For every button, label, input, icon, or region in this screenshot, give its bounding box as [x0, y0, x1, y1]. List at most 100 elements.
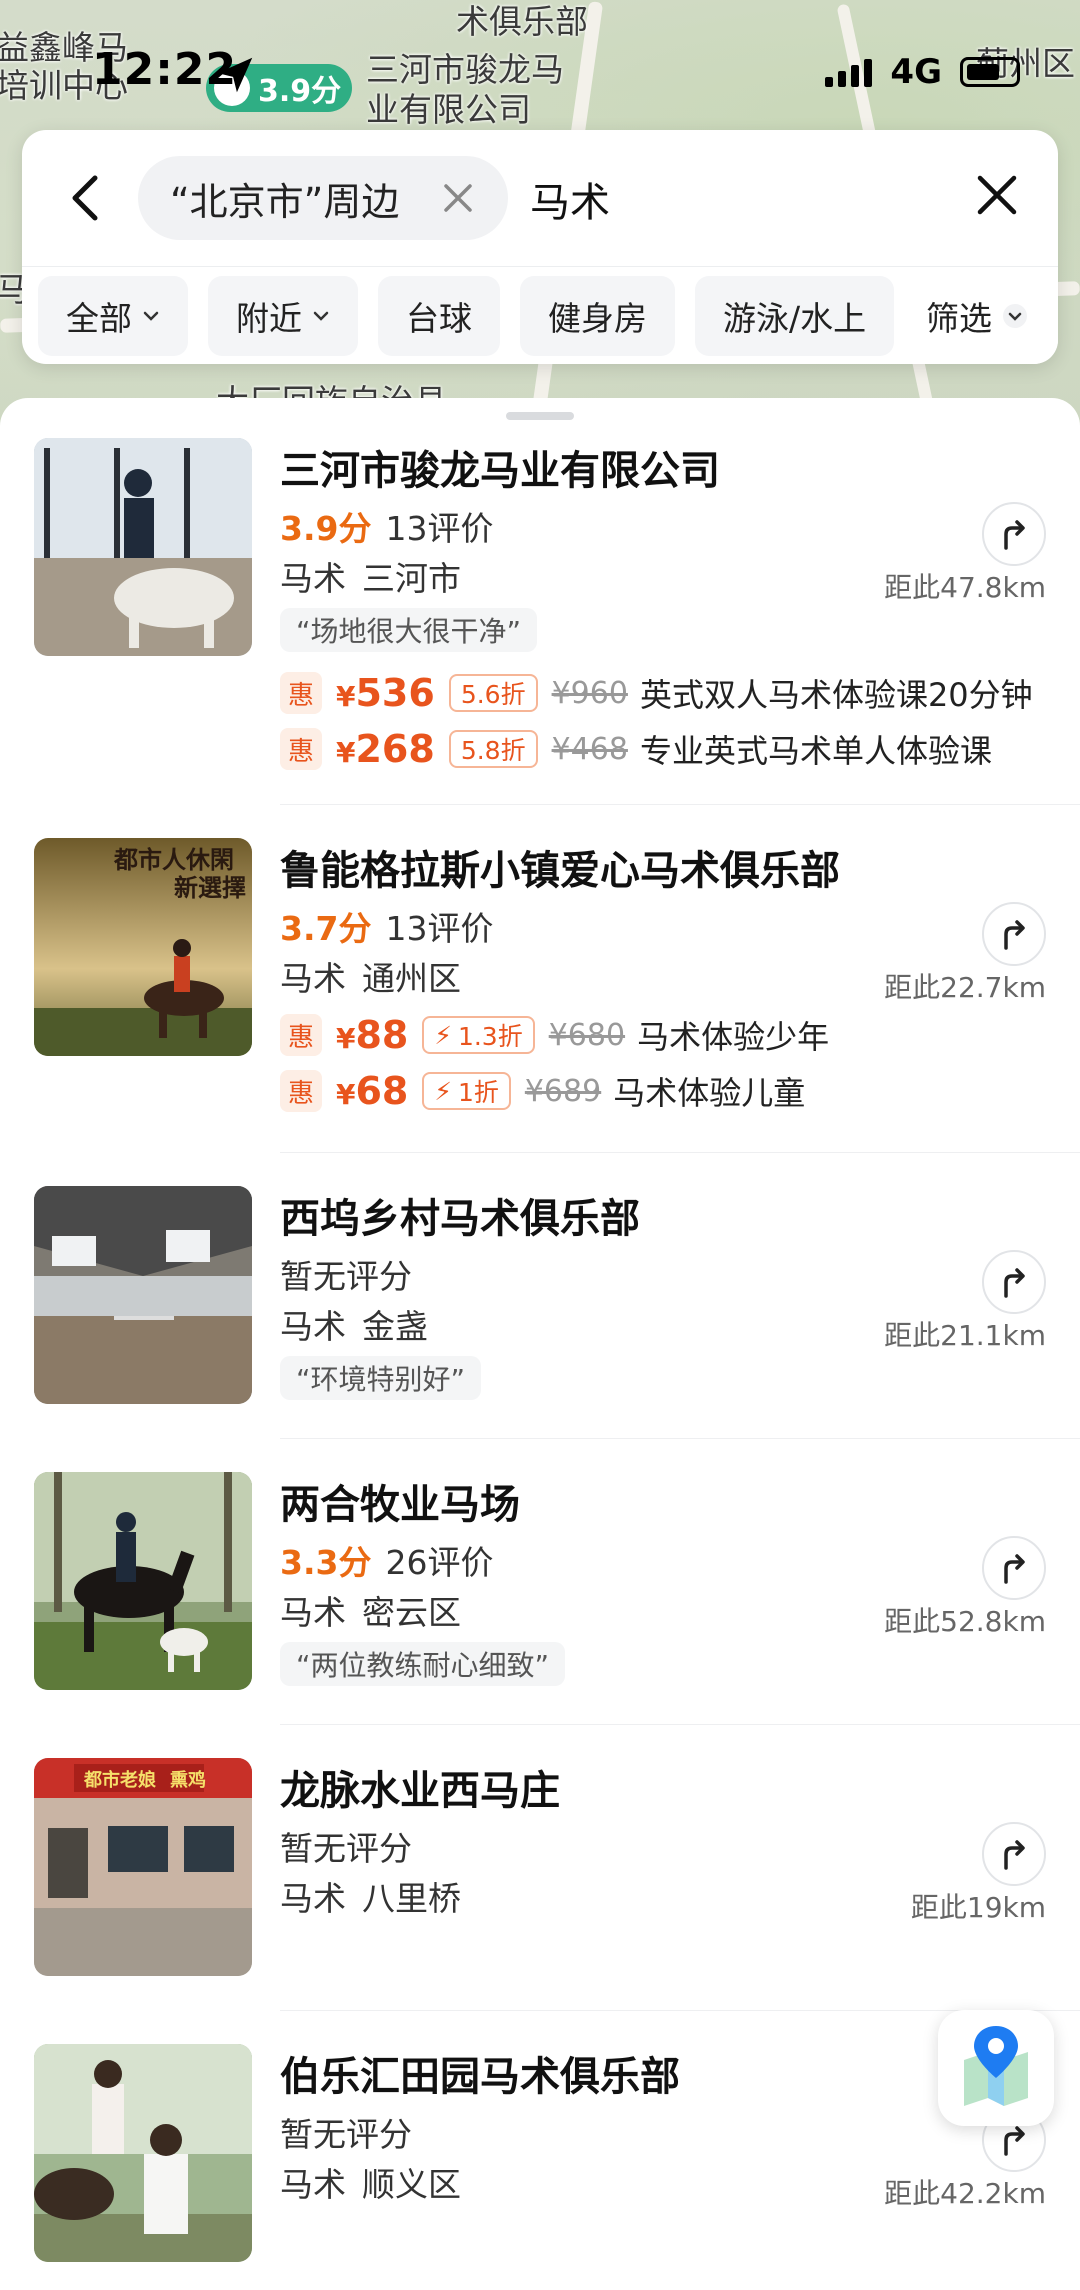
result-quote-tag: “两位教练耐心细致”: [280, 1642, 566, 1686]
result-item[interactable]: 西坞乡村马术俱乐部 暂无评分 马术 金盏 “环境特别好” 距此21.1km: [0, 1154, 1080, 1440]
filter-label: 台球: [406, 299, 472, 338]
filter-swimming[interactable]: 游泳/水上: [695, 276, 895, 356]
close-icon[interactable]: [442, 182, 474, 214]
result-distance: 距此22.7km: [884, 971, 1046, 1004]
result-meta: 马术 三河市: [280, 552, 461, 600]
result-distance: 距此42.2km: [884, 2177, 1046, 2210]
result-reviews[interactable]: 26评价: [385, 1543, 493, 1582]
deal-discount: ⚡ 1.3折: [422, 1016, 535, 1054]
map-poi-rating: 3.9分: [258, 74, 342, 109]
result-title[interactable]: 三河市骏龙马业有限公司: [280, 438, 720, 496]
map-label: 三河市骏龙马: [366, 50, 564, 89]
result-rating: 3.3分 26评价: [280, 1536, 493, 1584]
location-arrow-icon: [217, 57, 253, 93]
result-meta: 马术 通州区: [280, 952, 461, 1000]
result-photo: 都市老娘 熏鸡: [34, 1758, 252, 1976]
result-category: 马术: [280, 2165, 346, 2204]
region-chip-label: “北京市”周边: [170, 179, 400, 224]
result-distance: 距此21.1km: [884, 1319, 1046, 1352]
result-item[interactable]: 两合牧业马场 3.3分 26评价 马术 密云区 “两位教练耐心细致” 距此52.8k…: [0, 1440, 1080, 1726]
result-thumbnail[interactable]: [34, 438, 252, 656]
filter-all[interactable]: 全部: [38, 276, 188, 356]
deal-price: ¥68: [336, 1069, 409, 1113]
result-distance: 距此19km: [910, 1891, 1046, 1924]
route-button[interactable]: [982, 502, 1046, 566]
filter-nearby[interactable]: 附近: [208, 276, 358, 356]
result-photo: 都市人休閑 新選擇: [34, 838, 252, 1056]
result-meta: 马术 顺义区: [280, 2158, 461, 2206]
result-rating: 暂无评分: [280, 1822, 412, 1870]
result-title[interactable]: 伯乐汇田园马术俱乐部: [280, 2044, 680, 2102]
result-area: 金盏: [362, 1307, 428, 1346]
divider: [22, 266, 1058, 267]
results-sheet: 三河市骏龙马业有限公司 3.9分 13评价 马术 三河市 “场地很大很干净” 距此4…: [0, 398, 1080, 2290]
search-card: “北京市”周边 马术 全部 附近 台球 健身房 游泳/水上 筛选: [22, 130, 1058, 364]
result-area: 三河市: [362, 559, 461, 598]
deal-price: ¥88: [336, 1013, 409, 1057]
divider: [280, 804, 1080, 805]
result-item[interactable]: 伯乐汇田园马术俱乐部 暂无评分 马术 顺义区 距此42.2km: [0, 2012, 1080, 2290]
result-item[interactable]: 都市老娘 熏鸡 龙脉水业西马庄 暂无评分 马术 八里桥 距此19km: [0, 1726, 1080, 2012]
result-quote-tag: “环境特别好”: [280, 1356, 482, 1400]
result-area: 通州区: [362, 959, 461, 998]
deal-price: ¥536: [336, 671, 435, 715]
result-item[interactable]: 都市人休閑 新選擇 鲁能格拉斯小镇爱心马术俱乐部 3.7分 13评价 马术 通州区 …: [0, 806, 1080, 1154]
result-reviews[interactable]: 13评价: [385, 509, 493, 548]
result-meta: 马术 金盏: [280, 1300, 428, 1348]
result-photo: [34, 1186, 252, 1404]
result-reviews[interactable]: 13评价: [385, 909, 493, 948]
result-thumbnail[interactable]: [34, 2044, 252, 2262]
result-area: 顺义区: [362, 2165, 461, 2204]
route-button[interactable]: [982, 1250, 1046, 1314]
lightning-icon: ⚡: [434, 1076, 452, 1106]
route-button[interactable]: [982, 902, 1046, 966]
svg-text:新選擇: 新選擇: [174, 873, 246, 902]
search-input[interactable]: 马术: [530, 170, 610, 228]
result-item[interactable]: 三河市骏龙马业有限公司 3.9分 13评价 马术 三河市 “场地很大很干净” 距此4…: [0, 398, 1080, 806]
route-turn-icon: [1004, 1268, 1025, 1298]
divider: [280, 1724, 1080, 1725]
filter-label: 健身房: [548, 299, 647, 338]
result-title[interactable]: 鲁能格拉斯小镇爱心马术俱乐部: [280, 838, 840, 896]
result-title[interactable]: 西坞乡村马术俱乐部: [280, 1186, 640, 1244]
deal-row[interactable]: 惠 ¥68 ⚡ 1折 ¥689 马术体验儿童: [280, 1066, 805, 1116]
deal-row[interactable]: 惠 ¥536 5.6折 ¥960 英式双人马术体验课20分钟: [280, 668, 1033, 718]
result-meta: 马术 八里桥: [280, 1872, 461, 1920]
map-view-button[interactable]: [938, 2010, 1054, 2126]
route-button[interactable]: [982, 1822, 1046, 1886]
map-label: 业有限公司: [366, 90, 531, 129]
result-thumbnail[interactable]: 都市人休閑 新選擇: [34, 838, 252, 1056]
result-thumbnail[interactable]: 都市老娘 熏鸡: [34, 1758, 252, 1976]
result-category: 马术: [280, 1879, 346, 1918]
result-thumbnail[interactable]: [34, 1472, 252, 1690]
deal-row[interactable]: 惠 ¥268 5.8折 ¥468 专业英式马术单人体验课: [280, 724, 992, 774]
result-score: 3.9分: [280, 509, 372, 548]
deal-original-price: ¥468: [551, 731, 628, 767]
svg-text:都市老娘: 都市老娘: [83, 1769, 156, 1791]
result-title[interactable]: 龙脉水业西马庄: [280, 1758, 560, 1816]
chevron-down-icon: [143, 311, 159, 321]
region-chip[interactable]: “北京市”周边: [138, 156, 508, 240]
signal-icon: [825, 57, 873, 87]
result-category: 马术: [280, 1593, 346, 1632]
back-button[interactable]: [60, 168, 110, 228]
filter-more-button[interactable]: 筛选: [918, 268, 1058, 364]
divider: [280, 1438, 1080, 1439]
deal-original-price: ¥689: [524, 1073, 602, 1109]
result-no-score: 暂无评分: [280, 2115, 412, 2154]
clear-search-icon[interactable]: [972, 170, 1022, 220]
result-rating: 3.9分 13评价: [280, 502, 493, 550]
filter-gym[interactable]: 健身房: [520, 276, 675, 356]
result-thumbnail[interactable]: [34, 1186, 252, 1404]
result-area: 密云区: [362, 1593, 461, 1632]
deal-name: 专业英式马术单人体验课: [639, 732, 992, 770]
result-category: 马术: [280, 959, 346, 998]
filter-more-label: 筛选: [926, 299, 992, 338]
result-area: 八里桥: [362, 1879, 461, 1918]
result-title[interactable]: 两合牧业马场: [280, 1472, 520, 1530]
network-type: 4G: [890, 52, 942, 92]
deal-discount: ⚡ 1折: [422, 1072, 511, 1110]
deal-row[interactable]: 惠 ¥88 ⚡ 1.3折 ¥680 马术体验少年: [280, 1010, 829, 1060]
route-button[interactable]: [982, 1536, 1046, 1600]
filter-billiards[interactable]: 台球: [378, 276, 500, 356]
